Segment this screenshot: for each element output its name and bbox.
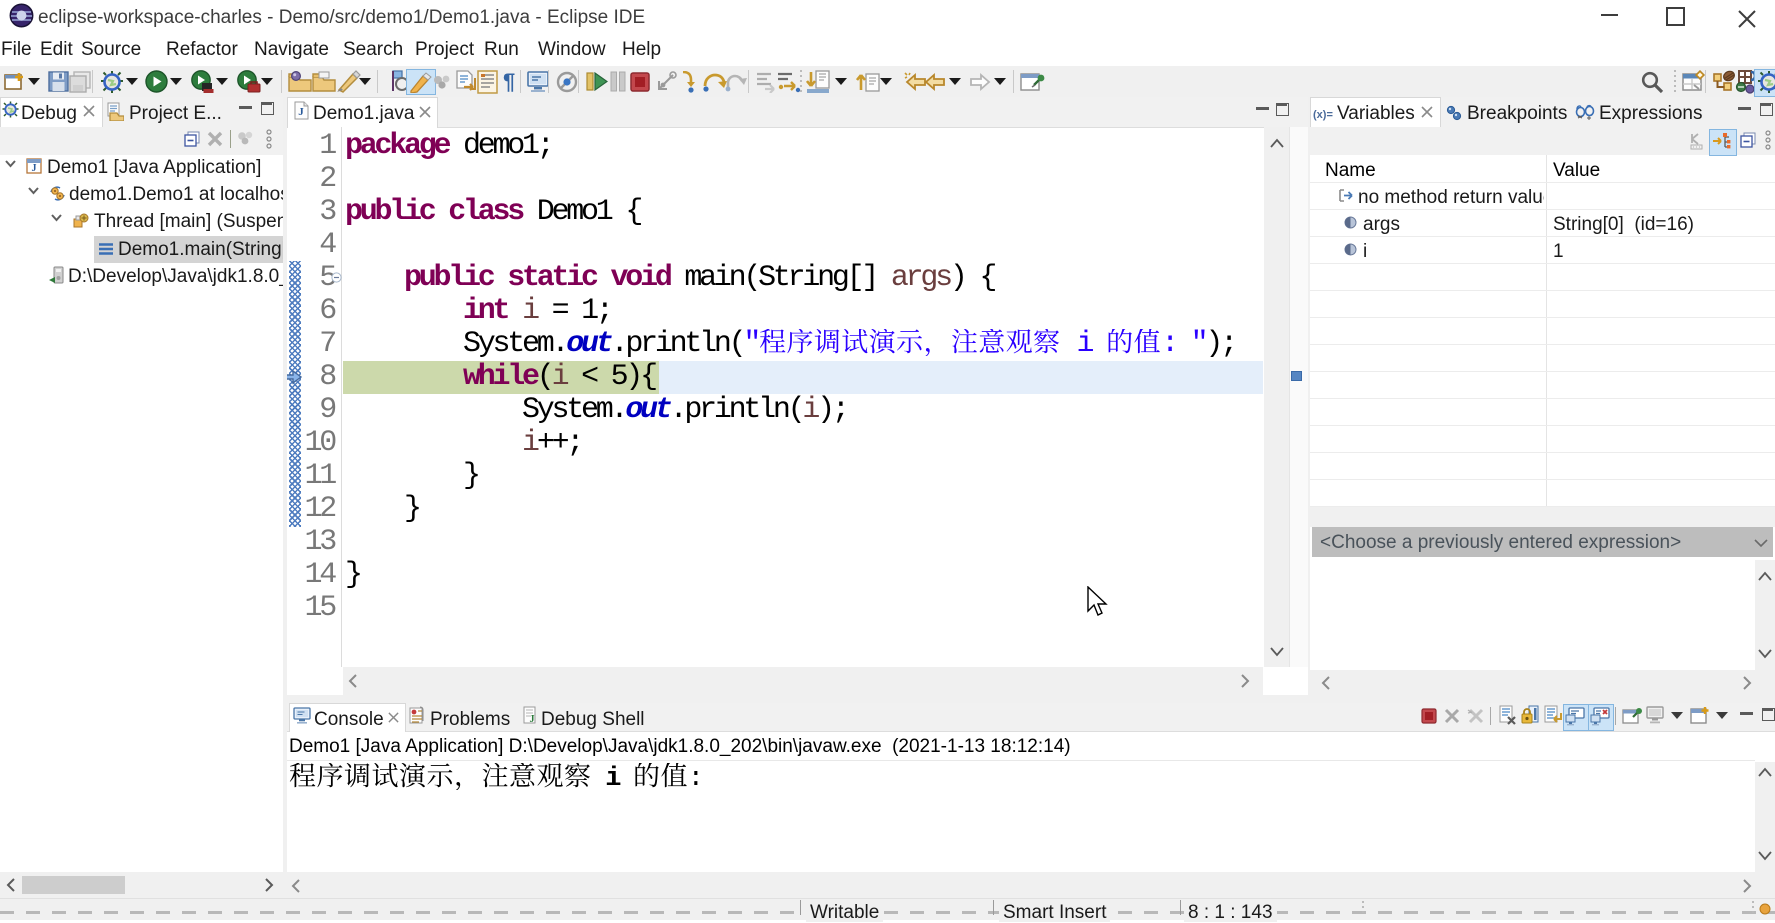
svg-text:J: J — [32, 163, 37, 174]
svg-text:J: J — [530, 714, 535, 725]
svg-text:J: J — [298, 106, 304, 118]
